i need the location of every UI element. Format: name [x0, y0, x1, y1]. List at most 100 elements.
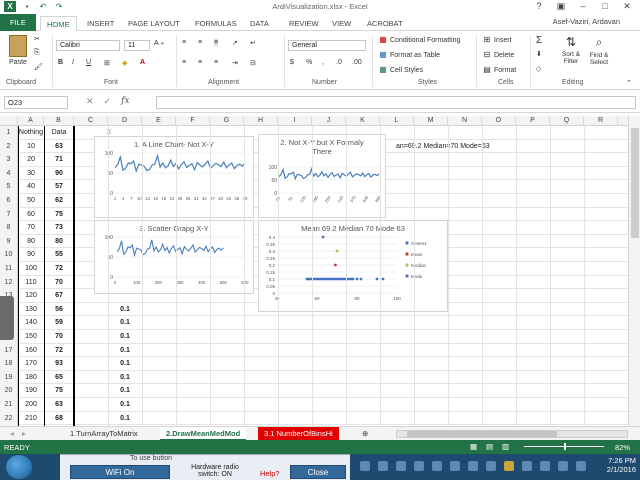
row-header[interactable]: 19 — [0, 370, 18, 385]
cancel-icon[interactable]: ✕ — [86, 96, 94, 107]
cell-b[interactable]: 57 — [44, 180, 74, 194]
autosum-icon[interactable]: Σ — [536, 35, 542, 46]
increase-decimal-icon[interactable]: .0 — [336, 59, 342, 66]
vertical-scrollbar[interactable] — [628, 116, 640, 426]
font-name-select[interactable]: Calibri — [56, 40, 120, 51]
align-center-icon[interactable]: ≡ — [198, 59, 202, 66]
column-header-n[interactable]: N — [448, 116, 482, 126]
comma-icon[interactable]: , — [322, 59, 324, 66]
font-size-select[interactable]: 11 — [124, 40, 150, 51]
tray-app-icon[interactable] — [468, 461, 478, 471]
format-painter-icon[interactable]: 🖌 — [34, 63, 43, 71]
tab-acrobat[interactable]: ACROBAT — [361, 16, 409, 31]
cell-a[interactable]: 50 — [18, 194, 44, 208]
align-bottom-icon[interactable]: ≡ — [214, 39, 219, 46]
cell-b[interactable]: 80 — [44, 235, 74, 249]
cell-b[interactable]: 93 — [44, 357, 74, 371]
scroll-sheets-right-icon[interactable]: ▸ — [16, 427, 32, 441]
cell-d[interactable]: 0.1 — [108, 357, 142, 371]
conditional-formatting-button[interactable]: ▦ Conditional Formatting — [378, 35, 460, 45]
zoom-slider[interactable] — [524, 443, 604, 450]
cell-a[interactable]: 160 — [18, 344, 44, 358]
minimize-button[interactable]: – — [572, 0, 594, 13]
add-sheet-icon[interactable]: ⊕ — [356, 427, 374, 441]
cell-b[interactable]: 75 — [44, 208, 74, 222]
cell-b[interactable]: 70 — [44, 330, 74, 344]
horizontal-scrollbar[interactable] — [396, 430, 628, 438]
align-top-icon[interactable]: ≡ — [182, 39, 186, 46]
cell-b[interactable]: 63 — [44, 398, 74, 412]
row-header[interactable]: 3 — [0, 153, 18, 167]
clock[interactable]: 7:26 PM 2/1/2016 — [607, 456, 636, 474]
row-header[interactable]: 7 — [0, 207, 18, 222]
cell-b[interactable]: 55 — [44, 248, 74, 262]
start-button[interactable] — [6, 455, 32, 479]
row-header[interactable]: 2 — [0, 139, 18, 154]
tray-app-icon[interactable] — [504, 461, 514, 471]
select-all-corner[interactable] — [0, 116, 18, 126]
row-header[interactable]: 12 — [0, 275, 18, 290]
row-header[interactable]: 21 — [0, 398, 18, 412]
percent-icon[interactable]: % — [306, 59, 312, 66]
maximize-button[interactable]: □ — [594, 0, 616, 13]
row-header[interactable]: 11 — [0, 262, 18, 276]
side-panel-handle[interactable] — [0, 296, 14, 340]
italic-button[interactable]: I — [72, 59, 74, 66]
align-right-icon[interactable]: ≡ — [214, 59, 218, 66]
column-header-a[interactable]: A — [18, 116, 44, 126]
cell-d[interactable]: 0.1 — [108, 303, 142, 317]
tray-app-icon[interactable] — [450, 461, 460, 471]
column-header-h[interactable]: H — [244, 116, 278, 126]
wrap-text-icon[interactable]: ↵ — [250, 39, 256, 47]
cell-a[interactable]: 60 — [18, 208, 44, 222]
cell-b[interactable]: 68 — [44, 412, 74, 426]
cell-a[interactable]: 210 — [18, 412, 44, 426]
zoom-slider-thumb[interactable] — [564, 443, 566, 450]
cut-icon[interactable]: ✂ — [34, 35, 40, 43]
row-header[interactable]: 9 — [0, 234, 18, 249]
formula-input[interactable] — [156, 96, 636, 109]
tray-app-icon[interactable] — [522, 461, 532, 471]
column-header-d[interactable]: D — [108, 116, 142, 126]
fill-icon[interactable]: ⬇ — [536, 50, 542, 58]
zoom-level[interactable]: 82% — [615, 443, 630, 452]
cell-b[interactable]: 75 — [44, 384, 74, 398]
indent-icon[interactable]: ⇥ — [232, 59, 238, 67]
tray-app-icon[interactable] — [414, 461, 424, 471]
help-icon[interactable]: ? — [528, 0, 550, 13]
cell-a[interactable]: 90 — [18, 248, 44, 262]
row-header[interactable]: 20 — [0, 384, 18, 398]
cell-a[interactable]: 70 — [18, 221, 44, 235]
cell-a[interactable]: 10 — [18, 140, 44, 154]
row-header[interactable]: 1 — [0, 126, 18, 140]
align-middle-icon[interactable]: ≡ — [198, 39, 202, 46]
cell-b[interactable]: 72 — [44, 344, 74, 358]
worksheet-grid[interactable]: ABCDEFGHIJKLMNOPQR 1NothingDataX21063an=… — [0, 116, 628, 426]
cell-a[interactable]: 200 — [18, 398, 44, 412]
cell-d[interactable]: 0.1 — [108, 316, 142, 330]
cell-b[interactable]: 90 — [44, 167, 74, 181]
format-as-table-button[interactable]: ▦ Format as Table — [378, 50, 440, 60]
page-layout-view-icon[interactable]: ▤ — [486, 442, 493, 451]
tab-file[interactable]: FILE — [0, 14, 36, 31]
collapse-ribbon-icon[interactable]: ⌃ — [626, 79, 632, 87]
align-left-icon[interactable]: ≡ — [182, 59, 186, 66]
cell-b[interactable]: 72 — [44, 262, 74, 276]
merge-center-icon[interactable]: ⊟ — [250, 59, 256, 67]
tab-view[interactable]: VIEW — [326, 16, 357, 31]
row-header[interactable]: 5 — [0, 180, 18, 194]
format-cells-button[interactable]: ▤ Format — [482, 65, 516, 75]
sort-filter-button[interactable]: ⇅ Sort & Filter — [558, 35, 584, 65]
column-header-c[interactable]: C — [74, 116, 108, 126]
bold-button[interactable]: B — [58, 59, 63, 66]
insert-cells-button[interactable]: ⊞ Insert — [482, 35, 512, 45]
cell-a[interactable]: 80 — [18, 235, 44, 249]
tray-app-icon[interactable] — [558, 461, 568, 471]
cell-b[interactable]: 62 — [44, 194, 74, 208]
cell-a[interactable]: 130 — [18, 303, 44, 317]
borders-icon[interactable]: ⊞ — [104, 59, 110, 67]
tab-data[interactable]: DATA — [244, 16, 275, 31]
close-window-button[interactable]: ✕ — [616, 0, 638, 13]
tray-app-icon[interactable] — [540, 461, 550, 471]
column-header-i[interactable]: I — [278, 116, 312, 126]
